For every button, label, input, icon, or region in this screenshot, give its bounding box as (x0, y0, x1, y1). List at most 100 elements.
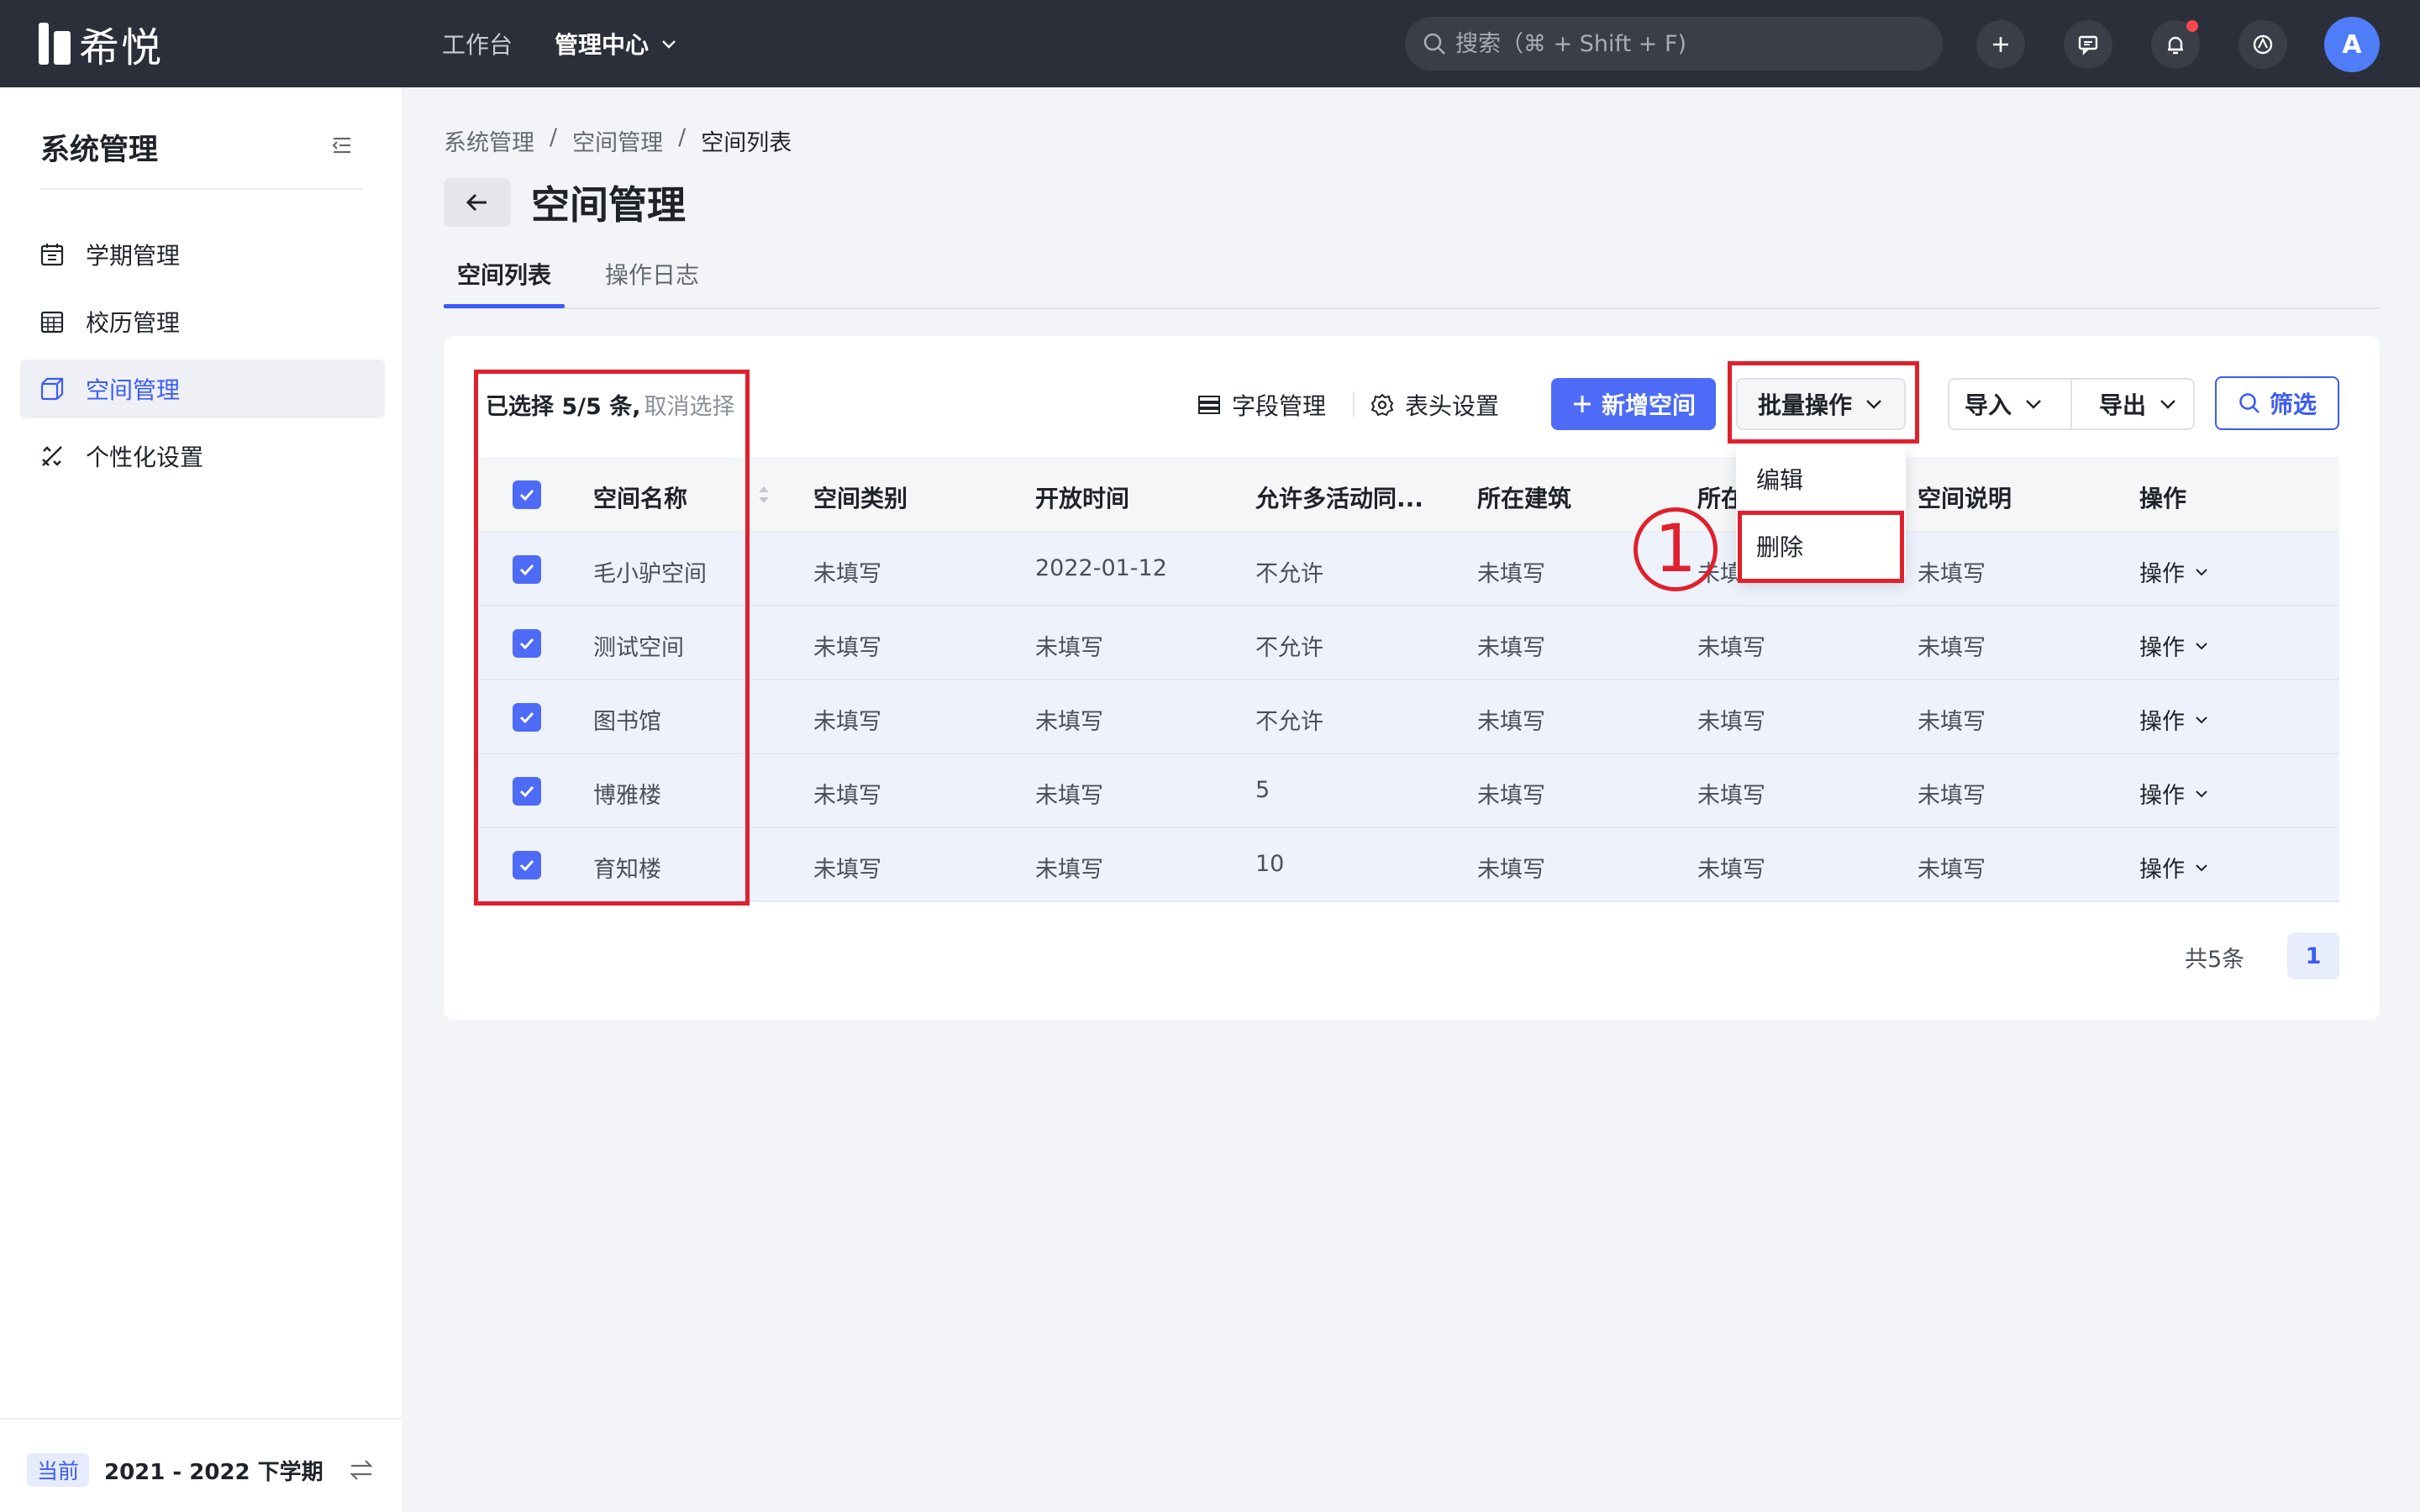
menu-item-edit[interactable]: 编辑 (1756, 462, 1803, 496)
table-cell: 未填写 (1697, 635, 1765, 661)
swap-icon[interactable] (348, 1457, 375, 1483)
table-header: 空间名称 空间类别 开放时间 允许多活动同... 所在建筑 所在 空间说明 操作 (476, 457, 2339, 533)
table-cell: 未填写 (1918, 561, 1986, 587)
row-actions-dropdown[interactable]: 操作 (2139, 777, 2210, 810)
nav-workbench[interactable]: 工作台 (442, 27, 513, 60)
table-row[interactable]: 毛小驴空间 未填写 2022-01-12 不允许 未填写 未填写 未填写 操作 (476, 533, 2339, 606)
notification-dot (2186, 20, 2198, 32)
chat-icon (2078, 35, 2098, 55)
table-cell: 未填写 (1918, 783, 1986, 809)
bell-icon (2168, 36, 2183, 55)
current-term-badge: 当前 (27, 1453, 90, 1487)
header-settings-button[interactable]: 表头设置 (1370, 380, 1499, 430)
column-header-category: 空间类别 (813, 485, 908, 512)
row-actions-dropdown[interactable]: 操作 (2139, 703, 2210, 736)
table-cell: 2022-01-12 (1035, 555, 1167, 581)
table-cell: 未填写 (813, 709, 881, 735)
cube-icon (40, 377, 64, 401)
import-export-group: 导入 导出 (1948, 378, 2195, 430)
page-title: 空间管理 (531, 182, 686, 228)
search-box[interactable] (1405, 17, 1943, 71)
search-input[interactable] (1455, 30, 1909, 57)
export-label: 导出 (2098, 391, 2146, 419)
table-cell: 不允许 (1255, 635, 1323, 661)
row-actions-label: 操作 (2139, 635, 2185, 661)
breadcrumb-item[interactable]: 空间管理 (572, 124, 663, 157)
field-manage-button[interactable]: 字段管理 (1197, 380, 1326, 430)
filter-button[interactable]: 筛选 (2215, 376, 2339, 430)
table-cell: 未填写 (1918, 857, 1986, 883)
logo-text: 希悦 (79, 24, 164, 71)
add-space-button[interactable]: 新增空间 (1551, 378, 1716, 430)
tab-operation-log[interactable]: 操作日志 (605, 257, 699, 291)
annotation-step-number: 1 (1634, 507, 1718, 591)
sidebar: 系统管理 学期管理 校历管理 空间管理 个性化设置 当前 2021 - 2022… (0, 87, 403, 1512)
chevron-down-icon (2196, 864, 2207, 871)
back-button[interactable] (444, 178, 511, 227)
space-table: 空间名称 空间类别 开放时间 允许多活动同... 所在建筑 所在 空间说明 操作… (476, 457, 2339, 902)
annotation-delete-box (1738, 511, 1904, 583)
page-number-current[interactable]: 1 (2287, 932, 2339, 979)
school-calendar-icon (40, 311, 64, 333)
header-settings-label: 表头设置 (1405, 392, 1500, 420)
sidebar-item-space[interactable]: 空间管理 (20, 360, 385, 418)
sidebar-title: 系统管理 (40, 134, 159, 167)
current-term-label: 2021 - 2022 下学期 (104, 1460, 324, 1485)
tools-icon (42, 446, 62, 466)
table-cell: 10 (1255, 851, 1285, 877)
row-actions-label: 操作 (2139, 561, 2185, 587)
table-cell: 未填写 (1477, 561, 1545, 587)
row-actions-dropdown[interactable]: 操作 (2139, 851, 2210, 884)
plus-icon (1993, 37, 2008, 52)
sidebar-item-personalize[interactable]: 个性化设置 (20, 427, 385, 486)
table-row[interactable]: 图书馆 未填写 未填写 不允许 未填写 未填写 未填写 操作 (476, 680, 2339, 754)
chevron-down-icon (2196, 716, 2207, 723)
collapse-menu-icon[interactable] (329, 133, 355, 158)
table-row[interactable]: 博雅楼 未填写 未填写 5 未填写 未填写 未填写 操作 (476, 754, 2339, 828)
sidebar-item-label: 校历管理 (86, 309, 181, 337)
chevron-down-icon (2196, 642, 2207, 649)
app-switch-button[interactable] (2238, 20, 2287, 69)
tab-bar: 空间列表 操作日志 (444, 245, 2380, 309)
table-cell: 不允许 (1255, 561, 1323, 587)
app-logo[interactable]: 希悦 (39, 20, 163, 71)
top-bar: 希悦 工作台 管理中心 A (0, 0, 2420, 87)
table-cell: 未填写 (1477, 857, 1545, 883)
messages-button[interactable] (2064, 20, 2112, 69)
add-button[interactable] (1976, 20, 2025, 69)
table-row[interactable]: 育知楼 未填写 未填写 10 未填写 未填写 未填写 操作 (476, 828, 2339, 902)
active-tab-indicator (444, 304, 565, 308)
term-switcher[interactable]: 当前 2021 - 2022 下学期 (0, 1418, 403, 1512)
button-divider (2070, 380, 2072, 428)
column-header-building: 所在建筑 (1477, 485, 1572, 512)
table-row[interactable]: 测试空间 未填写 未填写 不允许 未填写 未填写 未填写 操作 (476, 606, 2339, 680)
pagination-total: 共5条 (2185, 947, 2245, 973)
table-cell: 未填写 (813, 635, 881, 661)
table-cell: 未填写 (1477, 783, 1545, 809)
breadcrumb-item[interactable]: 系统管理 (444, 124, 534, 157)
row-actions-label: 操作 (2139, 783, 2185, 809)
import-button[interactable]: 导入 (1949, 380, 2059, 428)
table-cell: 未填写 (813, 783, 881, 809)
table-cell: 未填写 (1697, 857, 1765, 883)
nav-admin-center[interactable]: 管理中心 (555, 27, 677, 60)
sidebar-item-school-calendar[interactable]: 校历管理 (20, 292, 385, 351)
top-nav: 工作台 管理中心 (442, 0, 677, 87)
notifications-button[interactable] (2151, 20, 2200, 69)
table-cell: 未填写 (1477, 635, 1545, 661)
search-icon (1423, 33, 1445, 55)
tab-space-list[interactable]: 空间列表 (457, 257, 551, 291)
table-cell: 未填写 (1697, 709, 1765, 735)
logo-mark-icon (39, 23, 71, 65)
row-actions-dropdown[interactable]: 操作 (2139, 555, 2210, 588)
row-actions-dropdown[interactable]: 操作 (2139, 629, 2210, 662)
chevron-down-icon (2196, 568, 2207, 575)
export-button[interactable]: 导出 (2084, 380, 2193, 428)
breadcrumb: 系统管理 / 空间管理 / 空间列表 (444, 124, 792, 157)
sidebar-item-semester[interactable]: 学期管理 (20, 225, 385, 284)
table-cell: 未填写 (813, 857, 881, 883)
column-header-open-time: 开放时间 (1035, 485, 1130, 512)
avatar[interactable]: A (2324, 17, 2380, 72)
sort-icon[interactable] (756, 482, 771, 507)
column-header-description: 空间说明 (1918, 485, 2012, 512)
